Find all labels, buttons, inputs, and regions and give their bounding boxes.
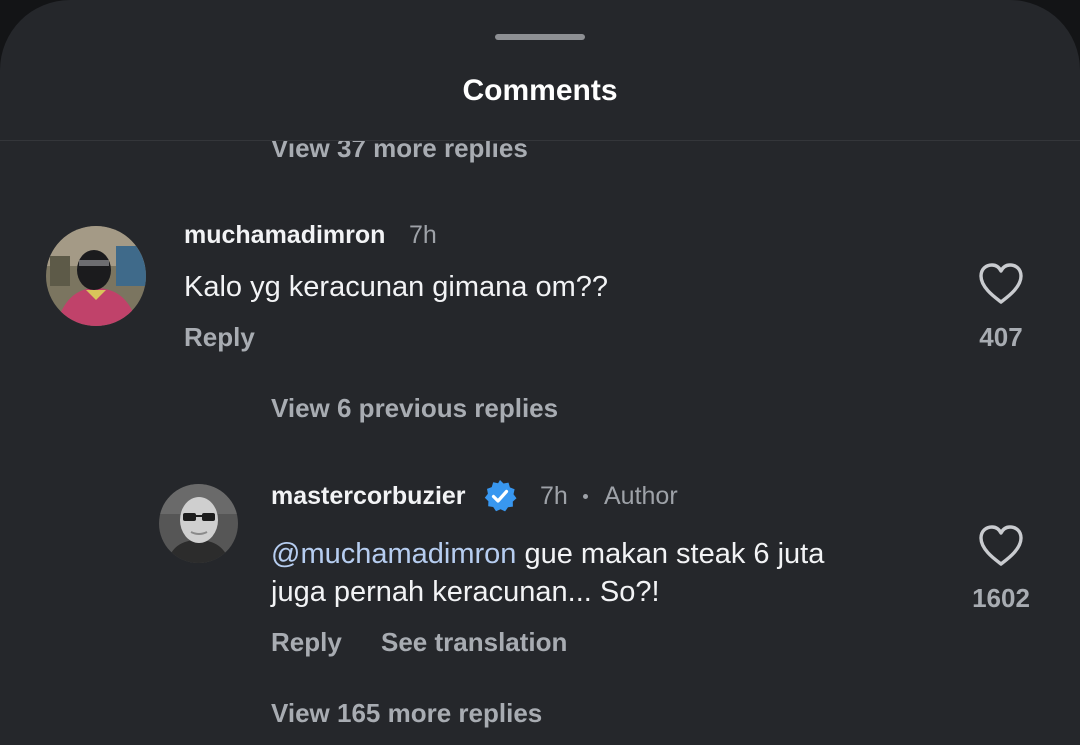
avatar[interactable]	[46, 226, 146, 326]
comment-username[interactable]: muchamadimron	[184, 221, 385, 250]
reply-text-line-2: juga pernah keracunan... So?!	[271, 576, 660, 608]
reply-text-line-1: @muchamadimron gue makan steak 6 juta	[271, 535, 824, 573]
heart-outline-icon[interactable]	[977, 524, 1025, 568]
reply-timestamp: 7h	[540, 482, 568, 510]
drag-handle[interactable]	[495, 34, 585, 40]
separator-dot	[583, 494, 588, 499]
page-title: Comments	[462, 74, 618, 107]
verified-badge-icon	[484, 480, 517, 512]
see-translation-button[interactable]: See translation	[381, 627, 567, 658]
comment-text: Kalo yg keracunan gimana om??	[184, 271, 608, 303]
comment-timestamp: 7h	[409, 221, 437, 249]
scroll-clip: View 37 more replies	[0, 141, 1080, 171]
mention-link[interactable]: @muchamadimron	[271, 538, 516, 570]
author-badge: Author	[604, 482, 678, 510]
like-count: 407	[979, 322, 1023, 352]
view-previous-replies-link[interactable]: View 6 previous replies	[271, 393, 558, 424]
like-count: 1602	[972, 583, 1030, 613]
heart-outline-icon[interactable]	[977, 262, 1025, 306]
avatar[interactable]	[159, 484, 238, 563]
reply-button[interactable]: Reply	[271, 627, 342, 658]
view-more-replies-link[interactable]: View 165 more replies	[271, 698, 542, 729]
reply-button[interactable]: Reply	[184, 322, 255, 353]
view-more-replies-link[interactable]: View 37 more replies	[271, 141, 528, 164]
comments-sheet: Comments View 37 more replies muchamadim…	[0, 0, 1080, 745]
reply-username[interactable]: mastercorbuzier	[271, 482, 466, 511]
reply-text-part: gue makan steak 6 juta	[516, 538, 825, 570]
